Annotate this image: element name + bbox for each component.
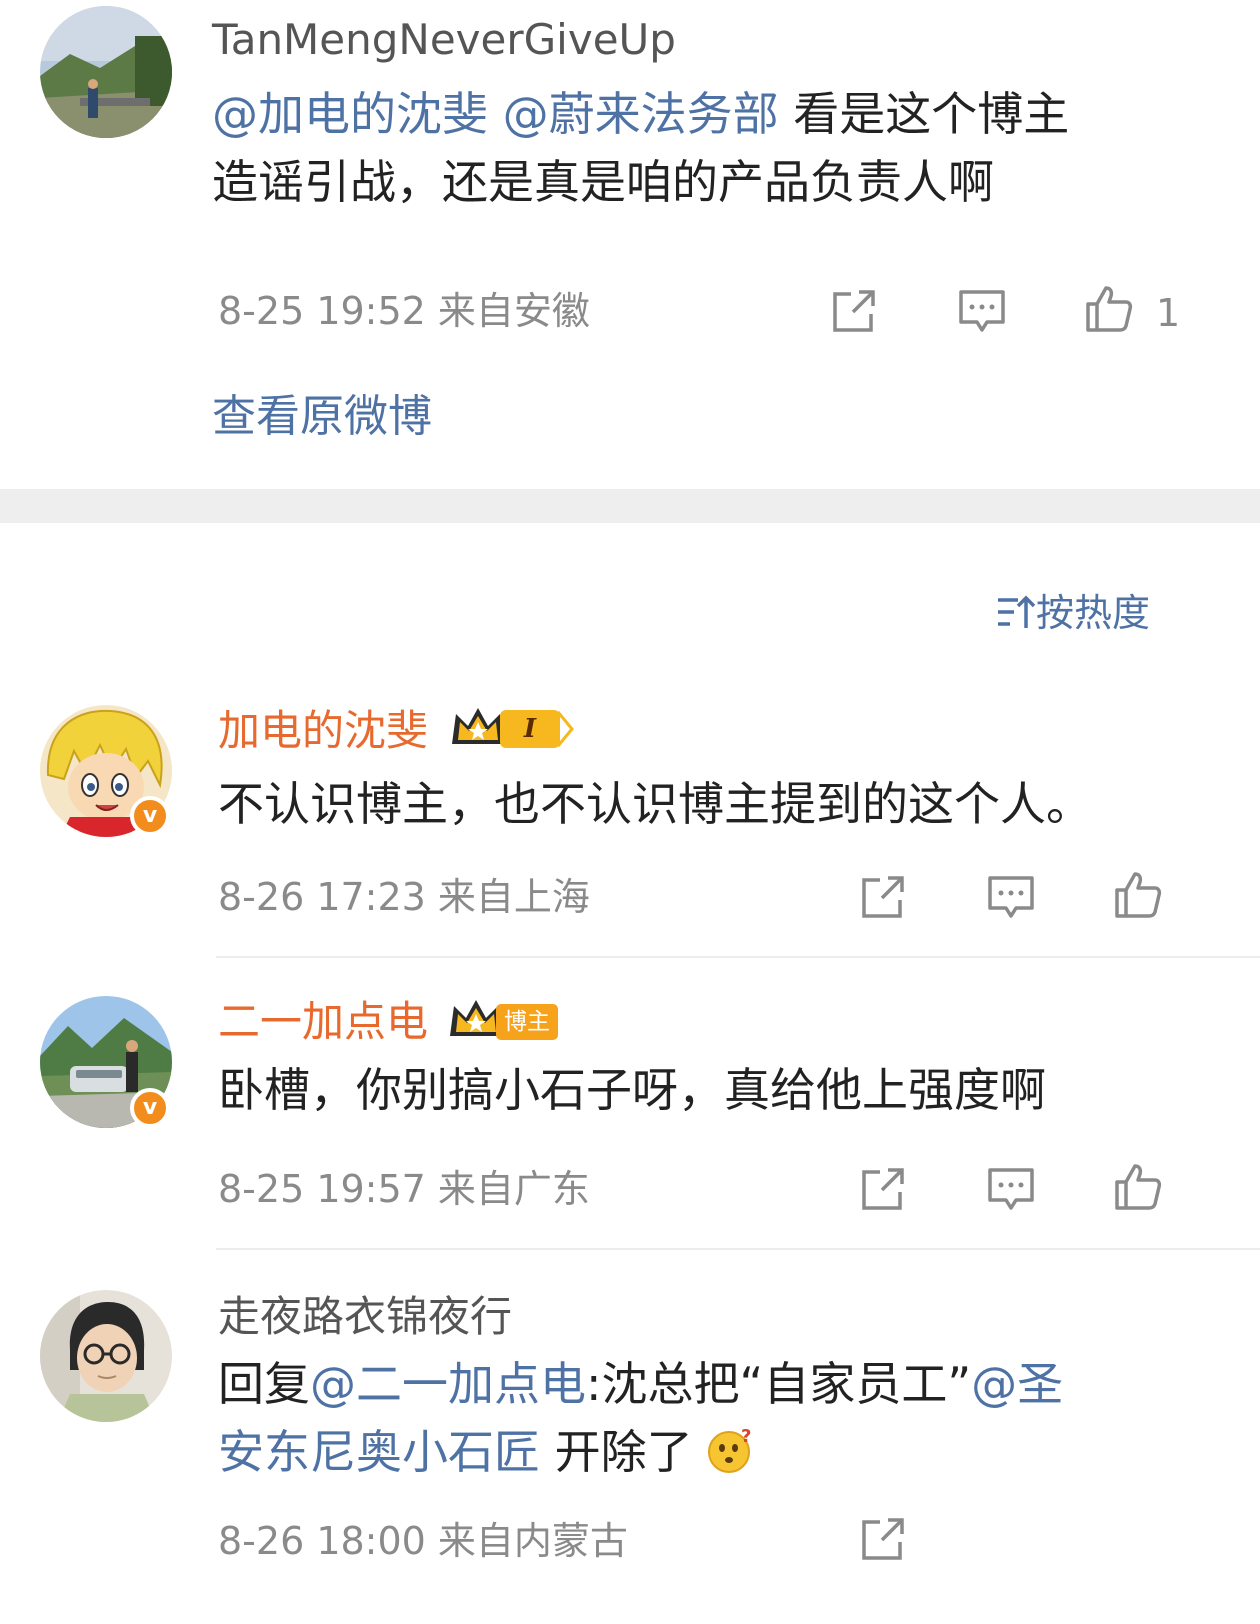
level-badge: I: [500, 710, 560, 748]
like-icon[interactable]: [1084, 284, 1134, 334]
username[interactable]: 加电的沈斐: [218, 706, 428, 756]
top-comment: TanMengNeverGiveUp @加电的沈斐 @蔚来法务部 看是这个博主 …: [0, 0, 1260, 489]
share-icon[interactable]: [858, 872, 908, 922]
sort-toggle[interactable]: 按热度: [996, 590, 1150, 636]
comment-text-line: 安东尼奥小石匠 开除了 ?: [218, 1418, 755, 1486]
sort-label: 按热度: [1036, 591, 1151, 635]
mention-link[interactable]: @圣: [971, 1357, 1063, 1411]
comment-item: v 加电的沈斐 I 不认识博主，也不认识博主提到的这个人。 8-26 17:23…: [0, 700, 1260, 958]
share-icon[interactable]: [858, 1164, 908, 1214]
mention-link[interactable]: 安东尼奥小石匠: [218, 1425, 540, 1479]
username[interactable]: 走夜路衣锦夜行: [218, 1292, 512, 1342]
share-icon[interactable]: [829, 286, 879, 336]
like-count: 1: [1156, 291, 1181, 335]
comment-text: @加电的沈斐 @蔚来法务部 看是这个博主: [212, 80, 1069, 148]
emoji-surprised-icon: ?: [708, 1426, 752, 1473]
comment-text-line: 造谣引战，还是真是咱的产品负责人啊: [212, 155, 994, 209]
comment-meta: 8-25 19:52 来自安徽: [218, 289, 590, 333]
like-icon[interactable]: [1113, 870, 1163, 920]
verified-icon: v: [130, 796, 170, 836]
avatar[interactable]: [40, 1290, 172, 1422]
verified-icon: v: [130, 1088, 170, 1128]
section-separator: [0, 489, 1260, 523]
avatar[interactable]: [40, 6, 172, 138]
svg-text:?: ?: [741, 1426, 751, 1447]
blogger-badge: 博主: [496, 1004, 558, 1040]
comment-text: 回复@二一加点电:沈总把“自家员工”@圣: [218, 1350, 1063, 1418]
comment-meta: 8-26 17:23 来自上海: [218, 875, 590, 919]
mention-link[interactable]: @二一加点电: [310, 1357, 586, 1411]
level-badge-arrow: [556, 711, 574, 747]
comment-text-part: 看是这个博主: [793, 87, 1070, 141]
comment-meta: 8-26 18:00 来自内蒙古: [218, 1519, 628, 1563]
comment-divider: [216, 1248, 1260, 1250]
comment-item: v 二一加点电 博主 卧槽，你别搞小石子呀，真给他上强度啊 8-25 19:57…: [0, 990, 1260, 1248]
view-original-link[interactable]: 查看原微博: [212, 390, 432, 444]
sort-icon: [998, 595, 1036, 628]
comment-item: 走夜路衣锦夜行 回复@二一加点电:沈总把“自家员工”@圣 安东尼奥小石匠 开除了…: [0, 1280, 1260, 1624]
comment-meta: 8-25 19:57 来自广东: [218, 1167, 590, 1211]
like-icon[interactable]: [1113, 1162, 1163, 1212]
comment-icon[interactable]: [986, 872, 1036, 922]
username[interactable]: 二一加点电: [218, 997, 428, 1047]
crown-icon: [452, 708, 504, 744]
comment-text: 卧槽，你别搞小石子呀，真给他上强度啊: [218, 1063, 1046, 1117]
comment-text-part: :沈总把“自家员工”: [586, 1357, 972, 1411]
username[interactable]: TanMengNeverGiveUp: [212, 15, 676, 65]
share-icon[interactable]: [858, 1514, 908, 1564]
mention-link[interactable]: @加电的沈斐: [212, 87, 488, 141]
mention-link[interactable]: @蔚来法务部: [503, 87, 779, 141]
reply-prefix: 回复: [218, 1357, 310, 1411]
comment-text: 不认识博主，也不认识博主提到的这个人。: [218, 777, 1092, 831]
comment-icon[interactable]: [957, 286, 1007, 336]
comment-divider: [216, 956, 1260, 958]
comment-icon[interactable]: [986, 1164, 1036, 1214]
comment-text-part: 开除了: [540, 1425, 693, 1479]
